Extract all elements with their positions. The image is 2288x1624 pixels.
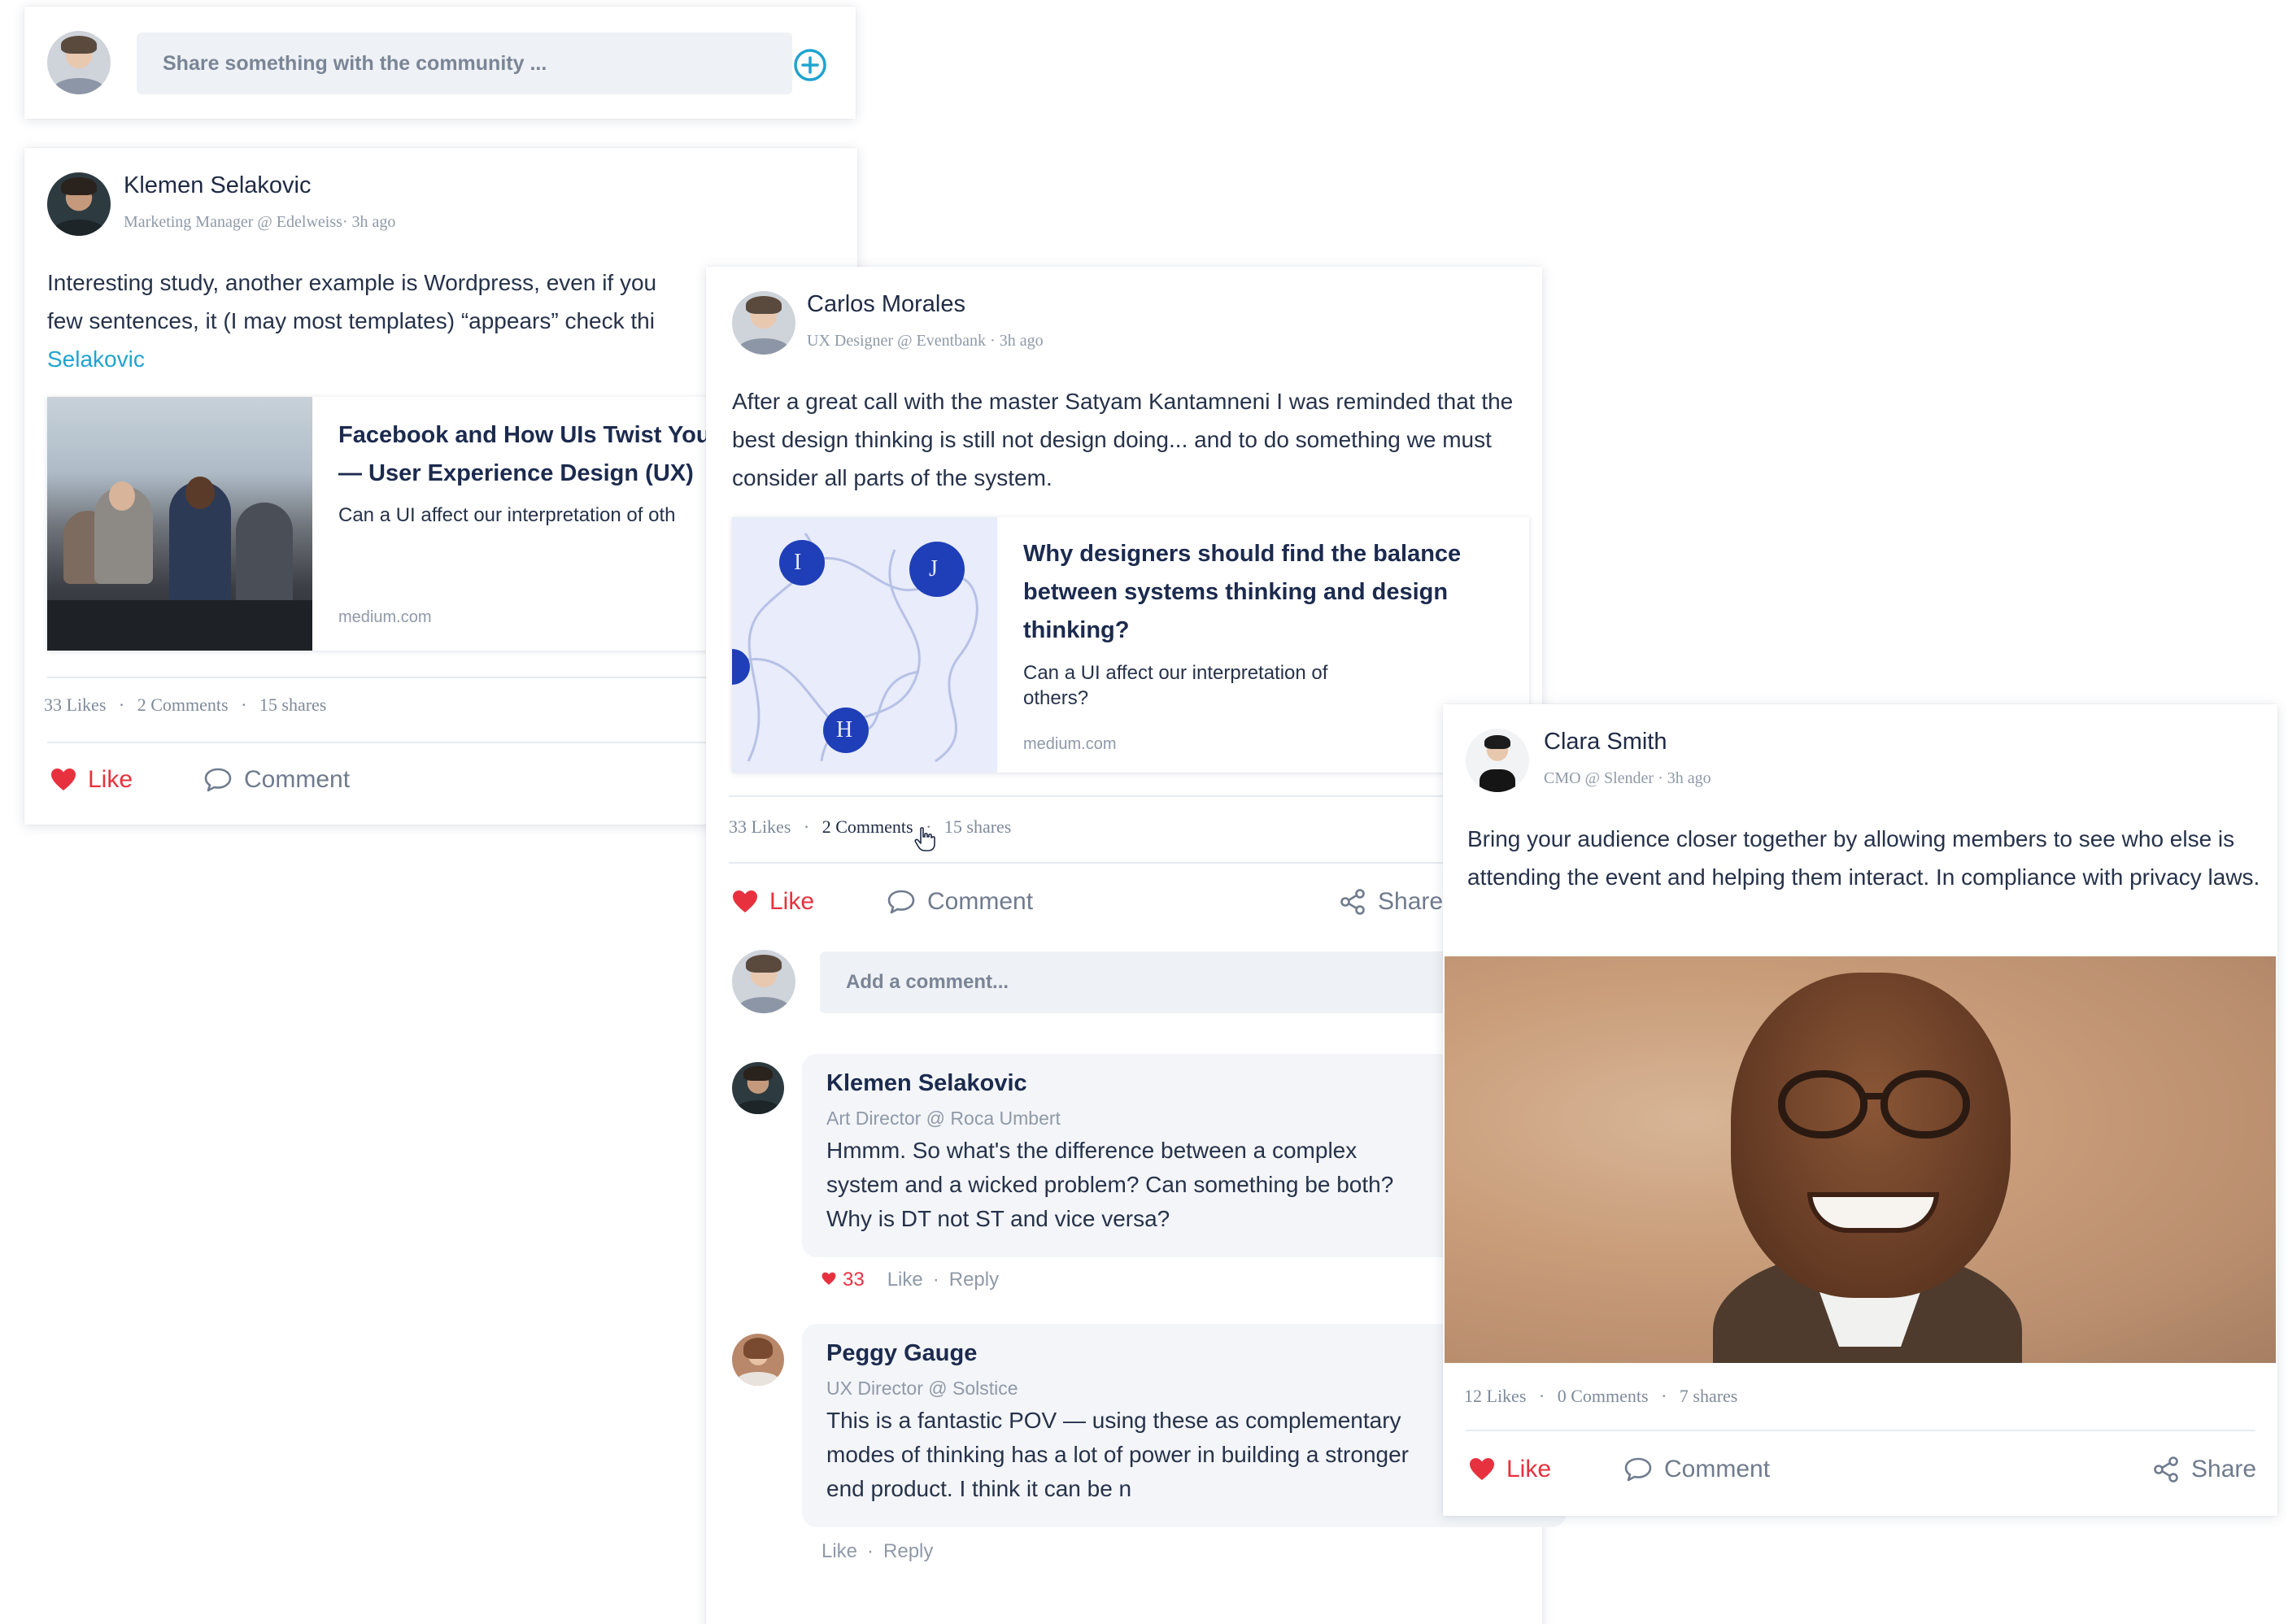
comment-reply-link[interactable]: Reply <box>949 1269 999 1291</box>
comment-like-count: 33 <box>843 1269 865 1291</box>
post-text: After a great call with the master Satya… <box>732 389 1514 490</box>
separator: · <box>867 1540 874 1562</box>
link-preview-domain: medium.com <box>338 608 432 626</box>
post-author-meta: CMO @ Slender · 3h ago <box>1544 769 1711 787</box>
add-post-icon[interactable] <box>792 47 828 87</box>
stats-separator: · <box>118 694 125 715</box>
node-label: I <box>794 550 802 575</box>
heart-icon <box>732 890 758 914</box>
separator: · <box>932 1269 939 1291</box>
shares-count[interactable]: 7 shares <box>1680 1386 1737 1406</box>
node-label: J <box>929 556 938 581</box>
comment-text: Hmmm. So what's the difference between a… <box>826 1138 1394 1231</box>
like-button[interactable]: Like <box>1469 1456 1551 1483</box>
post-author-meta: UX Designer @ Eventbank · 3h ago <box>807 332 1044 350</box>
comment-author[interactable]: Klemen Selakovic <box>826 1070 1027 1097</box>
comment-input-placeholder: Add a comment... <box>846 971 1009 993</box>
comment-input[interactable]: Add a comment... <box>820 951 1519 1013</box>
post-author-name[interactable]: Klemen Selakovic <box>124 172 312 199</box>
post-stats: 12 Likes · 0 Comments · 7 shares <box>1464 1386 1737 1407</box>
comments-count[interactable]: 2 Comments <box>822 816 913 837</box>
heart-icon <box>50 768 76 792</box>
comment-actions: 33 Like · Reply <box>822 1269 999 1291</box>
link-preview-image: I J H <box>732 517 997 773</box>
link-preview-description: Can a UI affect our interpretation of ot… <box>1023 662 1328 709</box>
post-text: Bring your audience closer together by a… <box>1467 826 2260 890</box>
comment-button[interactable]: Comment <box>1623 1456 1770 1483</box>
link-preview-domain: medium.com <box>1023 735 1117 753</box>
comment-label: Comment <box>927 888 1034 915</box>
like-button[interactable]: Like <box>50 766 133 794</box>
comment-author[interactable]: Peggy Gauge <box>826 1340 977 1367</box>
post-photo <box>1445 956 2276 1363</box>
stats-separator: · <box>241 694 247 715</box>
share-button[interactable]: Share <box>1339 888 1443 916</box>
cursor-hand-icon <box>914 826 935 856</box>
post-author-meta: Marketing Manager @ Edelweiss· 3h ago <box>124 213 396 231</box>
stats-separator: · <box>1538 1386 1545 1406</box>
post-card-clara: Clara Smith CMO @ Slender · 3h ago Bring… <box>1443 704 2277 1516</box>
post-card-carlos: Carlos Morales UX Designer @ Eventbank ·… <box>706 267 1567 1624</box>
like-button[interactable]: Like <box>732 888 814 916</box>
shares-count[interactable]: 15 shares <box>259 694 326 715</box>
post-stats: 33 Likes · 2 Comments · 15 shares <box>44 694 326 716</box>
post-author-avatar[interactable] <box>1466 729 1529 792</box>
like-label: Like <box>1506 1456 1552 1482</box>
link-preview-description: Can a UI affect our interpretation of ot… <box>338 504 676 526</box>
likes-count[interactable]: 33 Likes <box>729 816 791 837</box>
link-preview-title[interactable]: Why designers should find the balance be… <box>1023 535 1479 650</box>
node-label: H <box>836 717 853 742</box>
comment-likes[interactable]: 33 <box>822 1269 865 1291</box>
divider <box>729 862 1519 864</box>
link-preview-image <box>47 397 312 651</box>
comment-label: Comment <box>244 766 351 793</box>
comment-bubble-icon <box>887 889 916 915</box>
heart-icon <box>822 1269 836 1291</box>
post-author-name[interactable]: Clara Smith <box>1544 729 1667 755</box>
comment-input-avatar <box>732 950 795 1013</box>
composer-avatar <box>47 31 111 94</box>
post-stats: 33 Likes · 2 Comments · 15 shares <box>729 816 1011 838</box>
comment-bubble-icon <box>1623 1456 1653 1482</box>
comment-button[interactable]: Comment <box>203 766 350 794</box>
comments-count[interactable]: 0 Comments <box>1558 1386 1649 1406</box>
stats-separator: · <box>803 816 810 837</box>
comment-text: This is a fantastic POV — using these as… <box>826 1408 1409 1501</box>
composer-input[interactable]: Share something with the community ... <box>137 33 792 94</box>
comment-like-link[interactable]: Like <box>822 1540 857 1563</box>
share-label: Share <box>2191 1456 2257 1482</box>
composer-placeholder: Share something with the community ... <box>163 51 547 75</box>
comment-bubble-icon <box>203 767 233 793</box>
composer-card: Share something with the community ... <box>24 7 856 119</box>
shares-count[interactable]: 15 shares <box>944 816 1011 837</box>
share-button[interactable]: Share <box>2152 1456 2256 1483</box>
link-preview-title[interactable]: Facebook and How UIs Twist You — User Ex… <box>338 416 721 493</box>
comment-button[interactable]: Comment <box>887 888 1033 916</box>
share-label: Share <box>1378 888 1444 915</box>
link-preview-card[interactable]: I J H Why designers should find the bala… <box>732 517 1529 773</box>
like-label: Like <box>88 766 133 793</box>
divider <box>729 795 1519 797</box>
comment-avatar[interactable] <box>732 1062 784 1114</box>
comment-author-meta: UX Director @ Solstice <box>826 1378 1018 1399</box>
post-author-avatar[interactable] <box>732 291 795 355</box>
like-label: Like <box>769 888 815 915</box>
divider <box>1466 1430 2255 1431</box>
share-icon <box>2152 1456 2180 1483</box>
share-icon <box>1339 888 1366 916</box>
comment-author-meta: Art Director @ Roca Umbert <box>826 1108 1061 1129</box>
post-author-avatar[interactable] <box>47 172 111 236</box>
post-author-name[interactable]: Carlos Morales <box>807 291 965 318</box>
likes-count[interactable]: 33 Likes <box>44 694 106 715</box>
comment-like-link[interactable]: Like <box>887 1269 923 1291</box>
heart-icon <box>1469 1457 1495 1482</box>
likes-count[interactable]: 12 Likes <box>1464 1386 1526 1406</box>
comment-avatar[interactable] <box>732 1334 784 1386</box>
comment-label: Comment <box>1664 1456 1771 1482</box>
stats-separator: · <box>1661 1386 1667 1406</box>
comment-reply-link[interactable]: Reply <box>883 1540 933 1563</box>
comments-count[interactable]: 2 Comments <box>137 694 229 715</box>
comment-actions: Like · Reply <box>822 1540 933 1563</box>
